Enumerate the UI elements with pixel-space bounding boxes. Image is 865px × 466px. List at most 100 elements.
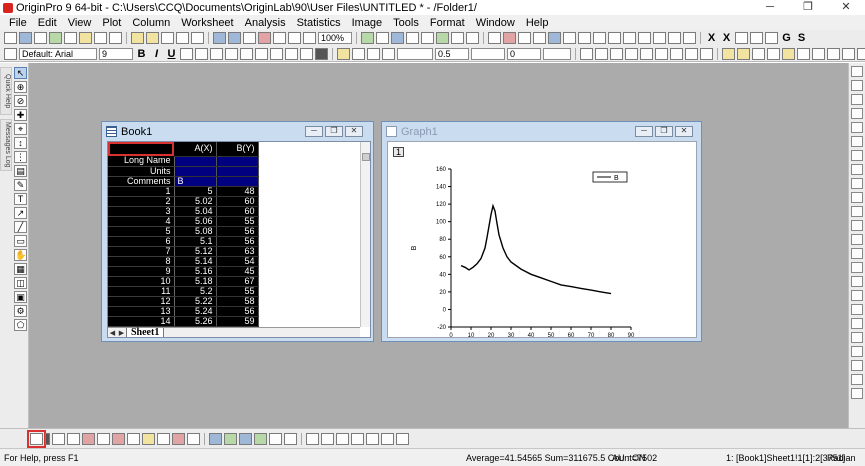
menu-statistics[interactable]: Statistics: [292, 17, 347, 29]
row-number[interactable]: 1: [108, 186, 175, 197]
layer-tool-icon[interactable]: [851, 80, 863, 91]
style-select[interactable]: Default: Arial: [19, 47, 97, 60]
line-style-select[interactable]: [397, 47, 433, 60]
row-number[interactable]: 9: [108, 266, 175, 277]
new-excel-icon[interactable]: [79, 32, 92, 44]
row-number[interactable]: 3: [108, 206, 175, 217]
align-vertical-icon[interactable]: [752, 47, 765, 60]
set-column-icon[interactable]: [683, 32, 696, 44]
font-color-dropdown-icon[interactable]: [315, 47, 328, 60]
align-horizontal-icon[interactable]: [767, 47, 780, 60]
save-icon[interactable]: [161, 32, 174, 44]
3d-bars-icon[interactable]: [224, 432, 237, 445]
draw-data-icon[interactable]: ✎: [14, 179, 27, 191]
right-tool-icon[interactable]: [750, 32, 763, 44]
cell-a[interactable]: 5: [174, 186, 217, 197]
pie-chart-icon[interactable]: [157, 432, 170, 445]
align-layers-icon[interactable]: [381, 432, 394, 445]
cell-b[interactable]: 60: [216, 196, 259, 207]
new-graph-icon[interactable]: [34, 32, 47, 44]
cell-b[interactable]: 48: [216, 186, 259, 197]
workbook-minimize-button[interactable]: ─: [305, 126, 323, 137]
cell-b[interactable]: 55: [216, 216, 259, 227]
line-plot-icon[interactable]: [27, 429, 46, 448]
contour-icon[interactable]: [269, 432, 282, 445]
menu-view[interactable]: View: [63, 17, 98, 29]
new-folder-icon[interactable]: [436, 32, 449, 44]
import-ascii-icon[interactable]: [213, 32, 226, 44]
graph-minimize-button[interactable]: ─: [635, 126, 653, 137]
multi-panel-icon[interactable]: [97, 432, 110, 445]
group-icon[interactable]: [685, 47, 698, 60]
menu-image[interactable]: Image: [347, 17, 389, 29]
cell-a[interactable]: 5.04: [174, 206, 217, 217]
image-plot-icon[interactable]: [284, 432, 297, 445]
rectangle-tool-icon[interactable]: ▭: [14, 235, 27, 247]
graph-close-button[interactable]: ✕: [675, 126, 693, 137]
close-button[interactable]: ✕: [827, 0, 865, 15]
line-color-icon[interactable]: [367, 47, 380, 60]
project-explorer-icon[interactable]: [406, 32, 419, 44]
row-number[interactable]: 11: [108, 286, 175, 297]
save-template-icon[interactable]: [176, 32, 189, 44]
row-number[interactable]: 6: [108, 236, 175, 247]
new-notes-icon[interactable]: [109, 32, 122, 44]
align-center-icon[interactable]: [270, 47, 283, 60]
align-bottom-icon[interactable]: [737, 47, 750, 60]
histogram-icon[interactable]: [623, 32, 636, 44]
layer-tool-icon[interactable]: [851, 276, 863, 287]
pattern-select[interactable]: 0: [507, 47, 541, 60]
menu-analysis[interactable]: Analysis: [240, 17, 292, 29]
plot-details-icon[interactable]: [466, 32, 479, 44]
right-toolbar-letter-s[interactable]: S: [795, 32, 808, 44]
line-tool-icon[interactable]: ╱: [14, 221, 27, 233]
column-header-a[interactable]: A(X): [174, 142, 217, 157]
duplicate-icon[interactable]: [303, 32, 316, 44]
front-icon[interactable]: [782, 47, 795, 60]
right-toolbar-letter-x1[interactable]: X: [705, 32, 718, 44]
cell-a[interactable]: 5.26: [174, 316, 217, 327]
comments-a[interactable]: B: [174, 176, 217, 187]
new-project-icon[interactable]: [4, 32, 17, 44]
cell-b[interactable]: 54: [216, 256, 259, 267]
command-window-icon[interactable]: [421, 32, 434, 44]
superscript-icon[interactable]: [180, 47, 193, 60]
layer-tool-icon[interactable]: [851, 290, 863, 301]
column-plot-icon[interactable]: [82, 432, 95, 445]
line-symbol-plot-icon[interactable]: [67, 432, 80, 445]
sort-asc-icon[interactable]: [653, 32, 666, 44]
graph-restore-button[interactable]: ❐: [655, 126, 673, 137]
data-selector-icon[interactable]: ↕: [14, 137, 27, 149]
line-width-select[interactable]: 0.5: [435, 47, 469, 60]
cell-a[interactable]: 5.18: [174, 276, 217, 287]
region-tool-icon[interactable]: ▦: [14, 263, 27, 275]
units-b[interactable]: [216, 166, 259, 177]
arrow-tool-icon[interactable]: ↗: [14, 207, 27, 219]
layer-manager-icon[interactable]: [306, 432, 319, 445]
cell-a[interactable]: 5.12: [174, 246, 217, 257]
layer-tool-icon[interactable]: [851, 94, 863, 105]
backward-icon[interactable]: [827, 47, 840, 60]
mask-icon[interactable]: ▤: [14, 165, 27, 177]
cell-b[interactable]: 56: [216, 306, 259, 317]
extract-layer-icon[interactable]: [336, 432, 349, 445]
3d-scatter-icon[interactable]: [239, 432, 252, 445]
cell-a[interactable]: 5.06: [174, 216, 217, 227]
cell-b[interactable]: 45: [216, 266, 259, 277]
filter-icon[interactable]: [638, 32, 651, 44]
menu-edit[interactable]: Edit: [33, 17, 63, 29]
export-icon[interactable]: [191, 32, 204, 44]
import-multiple-icon[interactable]: [228, 32, 241, 44]
statistics-icon[interactable]: [533, 32, 546, 44]
right-tool-icon[interactable]: [765, 32, 778, 44]
sort-icon[interactable]: [518, 32, 531, 44]
rotate-icon[interactable]: [842, 47, 855, 60]
symbol-size-icon[interactable]: [595, 47, 608, 60]
cell-a[interactable]: 5.1: [174, 236, 217, 247]
row-number[interactable]: 5: [108, 226, 175, 237]
column-chart-icon[interactable]: [608, 32, 621, 44]
font-size-select[interactable]: 9: [99, 47, 133, 60]
menu-worksheet[interactable]: Worksheet: [176, 17, 239, 29]
flip-icon[interactable]: [857, 47, 865, 60]
ungroup-icon[interactable]: [700, 47, 713, 60]
